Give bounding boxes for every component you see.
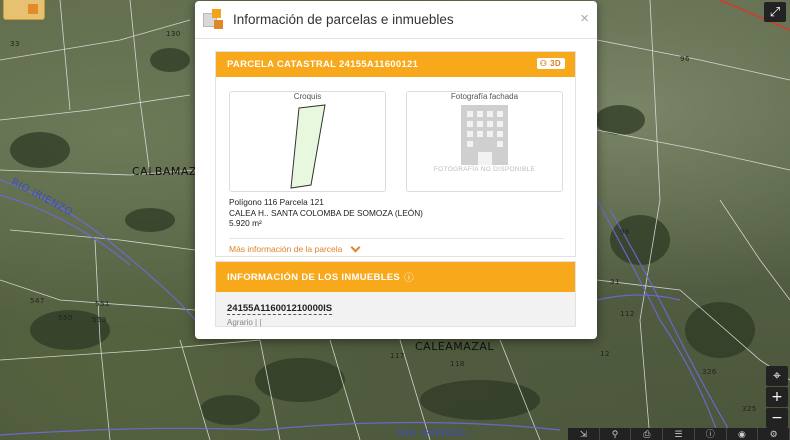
parcel-number: 551 xyxy=(95,300,110,308)
zoom-in-button[interactable]: + xyxy=(766,387,788,407)
view-3d-button[interactable]: ⚇ 3D xyxy=(536,58,565,69)
more-info-link[interactable]: Más información de la parcela xyxy=(229,238,564,254)
map-label-river-bottom: RIO IRIENZO xyxy=(398,428,466,439)
close-icon[interactable]: × xyxy=(580,10,589,27)
parcel-number: 550 xyxy=(58,314,73,322)
zoom-out-button[interactable]: − xyxy=(766,408,788,428)
parcel-number: 96 xyxy=(680,55,690,63)
inmueble-separator: | | xyxy=(255,318,262,327)
dialog-title: Información de parcelas e inmuebles xyxy=(233,12,454,27)
parcel-sketch xyxy=(290,104,326,189)
inmuebles-header-title: INFORMACIÓN DE LOS INMUEBLES xyxy=(227,271,401,283)
fullscreen-icon[interactable]: ⤢ xyxy=(764,2,786,22)
parcel-number: 325 xyxy=(742,405,757,413)
measure-icon[interactable]: ⇲ xyxy=(568,428,600,440)
parcel-location: Polígono 116 Parcela 121 xyxy=(229,197,324,207)
parcel-address: CALEA H.. SANTA COLOMBA DE SOMOZA (LEÓN) xyxy=(229,207,423,218)
settings-icon[interactable]: ⚙ xyxy=(758,428,790,440)
parcel-section: PARCELA CATASTRAL 24155A11600121 ⚇ 3D Cr… xyxy=(215,51,576,257)
map-label-calbamazal-bottom: CALEAMAZAL xyxy=(415,340,495,353)
locate-icon[interactable]: ⌖ xyxy=(766,366,788,386)
facade-photo-box: Fotografía fachada FOTOGRAFÍA NO DISPONI… xyxy=(406,91,563,192)
info-icon[interactable]: ⓘ xyxy=(695,428,727,440)
inmueble-use-label: Agrario xyxy=(227,318,253,327)
info-circle-icon[interactable]: ⓘ xyxy=(404,270,414,284)
parcel-details: Polígono 116 Parcela 121 CALEA H.. SANTA… xyxy=(229,197,423,229)
inmueble-reference-link[interactable]: 24155A116001210000IS xyxy=(227,303,333,315)
bottom-toolbar: ⇲ ⚲ ⎙ ☰ ⓘ ◉ ⚙ xyxy=(568,428,790,440)
parcel-number: 563 xyxy=(92,316,107,324)
parcel-number: 130 xyxy=(166,30,181,38)
parcel-header: PARCELA CATASTRAL 24155A11600121 ⚇ 3D xyxy=(216,52,575,77)
parcel-number: 326 xyxy=(702,368,717,376)
view-3d-label: 3D xyxy=(550,59,561,68)
search-icon[interactable]: ⚲ xyxy=(600,428,632,440)
map-thumbnail[interactable] xyxy=(3,0,45,20)
parcel-number: 96 xyxy=(620,228,630,236)
no-photo-text: FOTOGRAFÍA NO DISPONIBLE xyxy=(433,166,536,173)
3d-cube-icon: ⚇ xyxy=(539,59,548,68)
parcel-number: 31 xyxy=(610,278,620,286)
parcel-header-title: PARCELA CATASTRAL 24155A11600121 xyxy=(227,59,419,70)
layers-icon[interactable]: ☰ xyxy=(663,428,695,440)
inmuebles-section: INFORMACIÓN DE LOS INMUEBLES ⓘ 24155A116… xyxy=(215,261,576,327)
dialog-header: Información de parcelas e inmuebles × xyxy=(195,1,597,39)
croquis-box[interactable]: Croquis xyxy=(229,91,386,192)
parcel-number: 547 xyxy=(30,297,45,305)
more-info-label: Más información de la parcela xyxy=(229,244,343,254)
print-icon[interactable]: ⎙ xyxy=(631,428,664,440)
chevron-down-icon xyxy=(350,242,361,252)
parcel-number: 117 xyxy=(390,352,405,360)
building-placeholder-icon xyxy=(461,105,508,165)
parcel-number: 33 xyxy=(10,40,20,48)
parcel-number: 12 xyxy=(600,350,610,358)
catastro-logo-icon xyxy=(203,8,225,31)
parcel-number: 112 xyxy=(620,310,635,318)
inmueble-item: 24155A116001210000IS Agrario | | xyxy=(216,292,575,327)
parcel-info-dialog: Información de parcelas e inmuebles × PA… xyxy=(195,1,597,339)
parcel-number: 118 xyxy=(450,360,465,368)
inmuebles-header: INFORMACIÓN DE LOS INMUEBLES ⓘ xyxy=(216,262,575,292)
inmueble-usage: Agrario | | xyxy=(227,318,564,327)
camera-icon[interactable]: ◉ xyxy=(727,428,759,440)
parcel-area: 5.920 m² xyxy=(229,218,262,228)
